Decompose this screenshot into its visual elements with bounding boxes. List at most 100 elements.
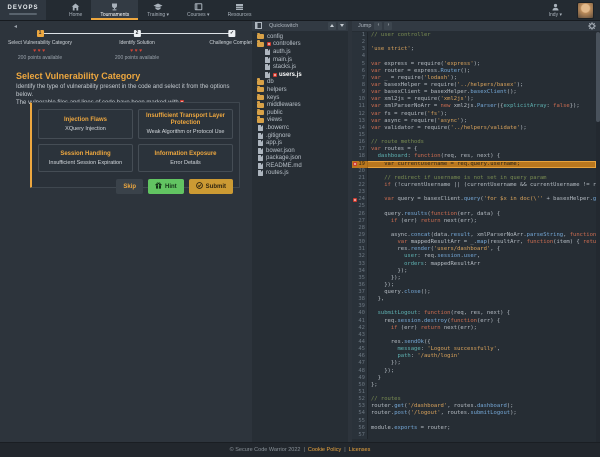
line-number: 40	[352, 310, 368, 317]
folder-icon	[257, 87, 264, 92]
tree-item-db[interactable]: db	[252, 79, 348, 87]
code-line-56: 56module.exports = router;	[352, 425, 596, 432]
code-text	[368, 389, 596, 396]
code-line-23: 23	[352, 189, 596, 196]
challenge-buttons: Skip Hint Submit	[32, 179, 233, 194]
file-icon	[258, 155, 263, 161]
nav-item-training[interactable]: Training ▾	[138, 0, 178, 20]
tree-item-app-js[interactable]: app.js	[252, 139, 348, 147]
tree-item--gitignore[interactable]: .gitignore	[252, 132, 348, 140]
tree-item-label: routes.js	[266, 170, 289, 176]
tree-item-readme-md[interactable]: README.md	[252, 162, 348, 170]
line-number: 27	[352, 218, 368, 225]
option-subtitle: XQuery Injection	[41, 126, 130, 132]
tree-item-public[interactable]: public	[252, 109, 348, 117]
cookie-policy-link[interactable]: Cookie Policy	[308, 447, 341, 453]
editor-scrollbar-thumb[interactable]	[596, 32, 600, 122]
quickswitch-label: Quickswitch	[269, 23, 298, 29]
nav-item-tournaments[interactable]: Tournaments	[91, 0, 138, 20]
submit-button[interactable]: Submit	[189, 179, 233, 194]
licenses-link[interactable]: Licenses	[349, 447, 371, 453]
vulnerability-option-card[interactable]: Injection Flaws XQuery Injection	[38, 109, 133, 139]
tree-item-label: views	[267, 117, 282, 123]
tree-item-routes-js[interactable]: routes.js	[252, 170, 348, 178]
challenge-pane: ◂ 1Select Vulnerability Category♥♥♥200 p…	[0, 20, 250, 443]
tree-item-main-js[interactable]: main.js	[252, 56, 348, 64]
tree-item-auth-js[interactable]: auth.js	[252, 48, 348, 56]
code-text: res.render('users/dashboard', {	[368, 246, 596, 253]
code-text: module.exports = router;	[368, 425, 596, 432]
tree-item-users-js[interactable]: users.js	[252, 71, 348, 79]
code-text: var validator = require('../helpers/vali…	[368, 125, 596, 132]
user-menu-label: Indy ▾	[549, 12, 562, 18]
line-number: 35	[352, 275, 368, 282]
nav-item-courses[interactable]: Courses ▾	[178, 0, 219, 20]
code-text: message: 'Logout successfully',	[368, 346, 596, 353]
tree-item-controllers[interactable]: controllers	[252, 41, 348, 49]
code-line-50: 50};	[352, 382, 596, 389]
line-number: 1	[352, 32, 368, 39]
tree-item-label: .gitignore	[266, 133, 291, 139]
step-points: 200 points available	[8, 55, 72, 61]
vulnerability-option-card[interactable]: Information ExposureError Details	[138, 144, 233, 172]
app-logo[interactable]: DEVOPS	[0, 0, 46, 20]
line-number: 39	[352, 303, 368, 310]
tree-item-bower-json[interactable]: bower.json	[252, 147, 348, 155]
step-indicator[interactable]: 2	[133, 30, 140, 37]
tree-item--bowerrc[interactable]: .bowerrc	[252, 124, 348, 132]
folder-icon	[257, 80, 264, 85]
skip-button[interactable]: Skip	[116, 179, 143, 194]
line-number: 34	[352, 268, 368, 275]
hint-button[interactable]: Hint	[148, 179, 184, 194]
tree-item-label: auth.js	[273, 49, 291, 55]
panel-icon[interactable]	[255, 22, 262, 29]
nav-item-home[interactable]: Home	[60, 0, 91, 20]
code-text: if (!currentUsername || (currentUsername…	[368, 182, 596, 189]
user-menu[interactable]: Indy ▾	[540, 3, 571, 18]
step-indicator[interactable]: 1	[36, 30, 43, 37]
line-number: 20	[352, 168, 368, 175]
line-number: 17	[352, 146, 368, 153]
nav-item-resources[interactable]: Resources	[219, 0, 261, 20]
vulnerability-option-card[interactable]: Session HandlingInsufficient Session Exp…	[38, 144, 133, 172]
tree-item-stacks-js[interactable]: stacks.js	[252, 63, 348, 71]
code-text	[368, 418, 596, 425]
code-line-43: 43	[352, 332, 596, 339]
tree-item-helpers[interactable]: helpers	[252, 86, 348, 94]
back-icon[interactable]: ◂	[14, 23, 17, 30]
nav-item-label: Training ▾	[147, 12, 169, 18]
code-text: var routes = {	[368, 146, 596, 153]
step-label: Challenge Complete	[209, 40, 254, 46]
tree-item-middlewares[interactable]: middlewares	[252, 101, 348, 109]
folder-icon	[257, 34, 264, 39]
training-icon	[153, 3, 163, 11]
tree-item-keys[interactable]: keys	[252, 94, 348, 102]
code-text: submitLogout: function(req, res, next) {	[368, 310, 596, 317]
settings-gear-icon[interactable]	[588, 22, 596, 30]
tree-item-label: README.md	[266, 163, 302, 169]
code-line-30: 30 var mappedResultArr = _.map(resultArr…	[352, 239, 596, 246]
vulnerability-marker-icon	[353, 198, 357, 202]
quickswitch-next-icon[interactable]	[338, 22, 346, 30]
code-text: });	[368, 368, 596, 375]
tree-item-views[interactable]: views	[252, 117, 348, 125]
option-title: Injection Flaws	[41, 117, 130, 124]
app-logo-text: DEVOPS	[7, 5, 38, 12]
avatar[interactable]	[577, 2, 594, 19]
tree-item-label: package.json	[266, 155, 301, 161]
code-line-54: 54router.post('/logout', routes.submitLo…	[352, 410, 596, 417]
tree-item-config[interactable]: config	[252, 33, 348, 41]
code-text: var async = require('async');	[368, 118, 596, 125]
tree-item-package-json[interactable]: package.json	[252, 155, 348, 163]
code-text: query.close();	[368, 289, 596, 296]
line-number: 52	[352, 396, 368, 403]
jump-prev-icon[interactable]: ‹	[374, 22, 382, 30]
line-number: 46	[352, 353, 368, 360]
code-line-12: 12var fs = require('fs');	[352, 111, 596, 118]
code-line-29: 29 async.concat(data.result, xmlParserNo…	[352, 232, 596, 239]
quickswitch-prev-icon[interactable]	[328, 22, 336, 30]
step-indicator[interactable]: ✓	[229, 30, 236, 37]
code-line-19[interactable]: 19 var currentUsername = req.query.usern…	[352, 161, 596, 168]
jump-next-icon[interactable]: ›	[384, 22, 392, 30]
vulnerability-option-card[interactable]: Insufficient Transport Layer ProtectionW…	[138, 109, 233, 139]
